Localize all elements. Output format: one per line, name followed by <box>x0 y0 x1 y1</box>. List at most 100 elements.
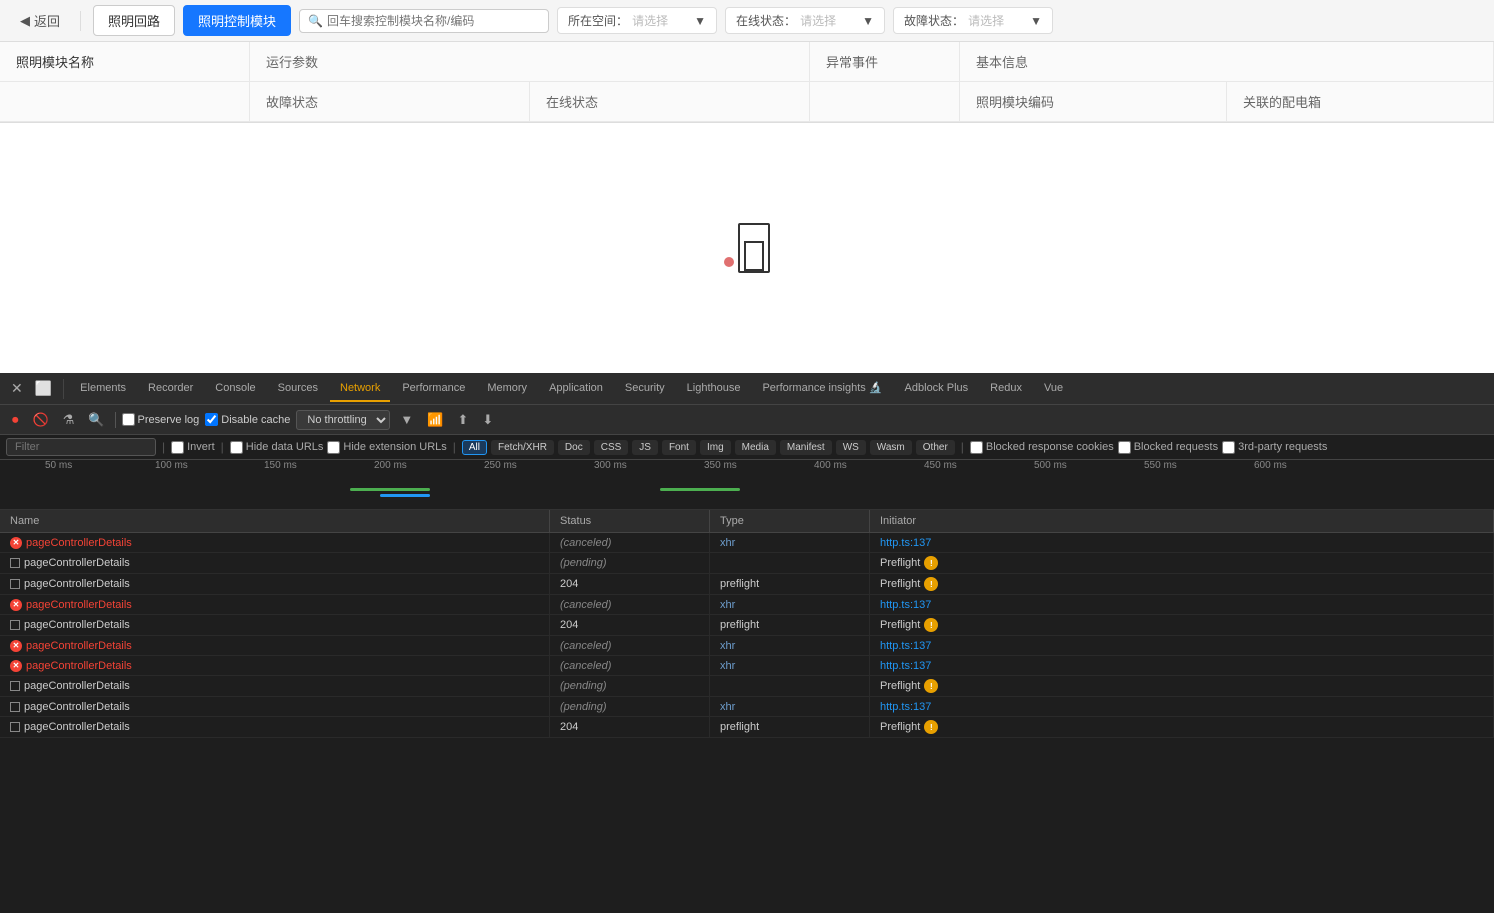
hide-ext-urls-input[interactable] <box>327 441 340 454</box>
type-js-btn[interactable]: JS <box>632 440 658 455</box>
disable-cache-input[interactable] <box>205 413 218 426</box>
table-row[interactable]: pageControllerDetails (pending) Prefligh… <box>0 676 1494 697</box>
pipe2: | <box>221 440 224 454</box>
row9-initiator[interactable]: http.ts:137 <box>870 697 1494 716</box>
wifi-btn[interactable]: 📶 <box>423 410 447 430</box>
tab-sources[interactable]: Sources <box>268 376 328 402</box>
preserve-log-checkbox[interactable]: Preserve log <box>122 413 200 426</box>
table-row[interactable]: pageControllerDetails 204 preflight Pref… <box>0 717 1494 738</box>
throttle-arrow[interactable]: ▼ <box>396 410 417 429</box>
disable-cache-checkbox[interactable]: Disable cache <box>205 413 290 426</box>
type-css-btn[interactable]: CSS <box>594 440 629 455</box>
clear-btn[interactable]: 🚫 <box>29 410 53 430</box>
row5-initiator: Preflight ! <box>870 615 1494 635</box>
table-row[interactable]: pageControllerDetails 204 preflight Pref… <box>0 615 1494 636</box>
devtools-icon-btn2[interactable]: ⬜ <box>30 376 57 401</box>
search-btn[interactable]: 🔍 <box>84 410 108 430</box>
row6-type: xhr <box>710 636 870 655</box>
type-img-btn[interactable]: Img <box>700 440 731 455</box>
filter-icon-btn[interactable]: ⚗ <box>59 410 79 430</box>
row1-name: ✕ pageControllerDetails <box>0 533 550 552</box>
fault-filter[interactable]: 故障状态： 请选择 ▼ <box>893 7 1053 34</box>
back-button[interactable]: ◀ 返回 <box>12 7 68 34</box>
download-btn[interactable]: ⬇ <box>478 410 497 430</box>
error-icon: ✕ <box>10 599 22 611</box>
type-ws-btn[interactable]: WS <box>836 440 866 455</box>
nth-name: Name <box>0 510 550 532</box>
devtools-icon-btn1[interactable]: ✕ <box>6 376 28 401</box>
invert-label: Invert <box>187 441 215 453</box>
top-bar: ◀ 返回 照明回路 照明控制模块 🔍 所在空间： 请选择 ▼ 在线状态： 请选择… <box>0 0 1494 42</box>
col-module-name: 照明模块名称 <box>0 42 250 81</box>
tl-600: 600 ms <box>1254 460 1287 471</box>
type-fetch-btn[interactable]: Fetch/XHR <box>491 440 554 455</box>
tab-vue[interactable]: Vue <box>1034 376 1073 402</box>
invert-input[interactable] <box>171 441 184 454</box>
nth-status: Status <box>550 510 710 532</box>
table-row[interactable]: ✕ pageControllerDetails (canceled) xhr h… <box>0 533 1494 553</box>
type-all-btn[interactable]: All <box>462 440 487 455</box>
hide-data-urls-checkbox[interactable]: Hide data URLs <box>230 441 324 454</box>
table-row[interactable]: pageControllerDetails (pending) Prefligh… <box>0 553 1494 574</box>
table-row[interactable]: ✕ pageControllerDetails (canceled) xhr h… <box>0 656 1494 676</box>
online-filter[interactable]: 在线状态： 请选择 ▼ <box>725 7 885 34</box>
tab-security[interactable]: Security <box>615 376 675 402</box>
space-filter[interactable]: 所在空间： 请选择 ▼ <box>557 7 717 34</box>
preserve-log-input[interactable] <box>122 413 135 426</box>
fault-filter-arrow: ▼ <box>1030 14 1042 28</box>
tl-500: 500 ms <box>1034 460 1067 471</box>
invert-checkbox[interactable]: Invert <box>171 441 215 454</box>
tab-elements[interactable]: Elements <box>70 376 136 402</box>
tab-redux[interactable]: Redux <box>980 376 1032 402</box>
tab-console[interactable]: Console <box>205 376 265 402</box>
blocked-cookies-input[interactable] <box>970 441 983 454</box>
row4-initiator[interactable]: http.ts:137 <box>870 595 1494 614</box>
tab-lighthouse[interactable]: Lighthouse <box>677 376 751 402</box>
search-input[interactable] <box>327 14 540 28</box>
upload-btn[interactable]: ⬆ <box>453 410 472 430</box>
filter-input[interactable] <box>6 438 156 456</box>
third-party-checkbox[interactable]: 3rd-party requests <box>1222 441 1327 454</box>
hide-ext-urls-label: Hide extension URLs <box>343 441 446 453</box>
blocked-cookies-checkbox[interactable]: Blocked response cookies <box>970 441 1114 454</box>
hide-ext-urls-checkbox[interactable]: Hide extension URLs <box>327 441 446 454</box>
network-table[interactable]: Name Status Type Initiator ✕ pageControl… <box>0 510 1494 913</box>
type-doc-btn[interactable]: Doc <box>558 440 590 455</box>
tab-perf-insights[interactable]: Performance insights 🔬 <box>752 375 892 402</box>
table-row[interactable]: ✕ pageControllerDetails (canceled) xhr h… <box>0 595 1494 615</box>
row7-initiator[interactable]: http.ts:137 <box>870 656 1494 675</box>
third-party-label: 3rd-party requests <box>1238 441 1327 453</box>
preflight-icon: ! <box>924 720 938 734</box>
row3-name: pageControllerDetails <box>0 574 550 594</box>
tab-performance[interactable]: Performance <box>392 376 475 402</box>
col-fault-status: 故障状态 <box>250 82 530 121</box>
row1-initiator[interactable]: http.ts:137 <box>870 533 1494 552</box>
tab-lighting-control[interactable]: 照明控制模块 <box>183 5 291 36</box>
tab-recorder[interactable]: Recorder <box>138 376 203 402</box>
table-row[interactable]: pageControllerDetails 204 preflight Pref… <box>0 574 1494 595</box>
load-circle <box>724 257 734 267</box>
type-font-btn[interactable]: Font <box>662 440 696 455</box>
blocked-requests-checkbox[interactable]: Blocked requests <box>1118 441 1218 454</box>
type-other-btn[interactable]: Other <box>916 440 955 455</box>
throttle-select[interactable]: No throttling <box>296 410 390 430</box>
hide-data-urls-input[interactable] <box>230 441 243 454</box>
type-wasm-btn[interactable]: Wasm <box>870 440 912 455</box>
search-icon: 🔍 <box>308 14 323 28</box>
tab-adblock[interactable]: Adblock Plus <box>895 376 979 402</box>
tab-lighting-circuit[interactable]: 照明回路 <box>93 5 175 36</box>
table-row[interactable]: ✕ pageControllerDetails (canceled) xhr h… <box>0 636 1494 656</box>
row6-initiator[interactable]: http.ts:137 <box>870 636 1494 655</box>
upper-table: 照明模块名称 运行参数 异常事件 基本信息 故障状态 在线状态 照明模块编码 关… <box>0 42 1494 123</box>
third-party-input[interactable] <box>1222 441 1235 454</box>
tab-application[interactable]: Application <box>539 376 613 402</box>
type-manifest-btn[interactable]: Manifest <box>780 440 832 455</box>
blocked-requests-input[interactable] <box>1118 441 1131 454</box>
tab-memory[interactable]: Memory <box>477 376 537 402</box>
preflight-icon: ! <box>924 618 938 632</box>
table-row[interactable]: pageControllerDetails (pending) xhr http… <box>0 697 1494 717</box>
type-media-btn[interactable]: Media <box>735 440 776 455</box>
record-btn[interactable]: ⏺ <box>8 410 23 430</box>
timeline-bars <box>0 480 1494 510</box>
tab-network[interactable]: Network <box>330 376 390 402</box>
